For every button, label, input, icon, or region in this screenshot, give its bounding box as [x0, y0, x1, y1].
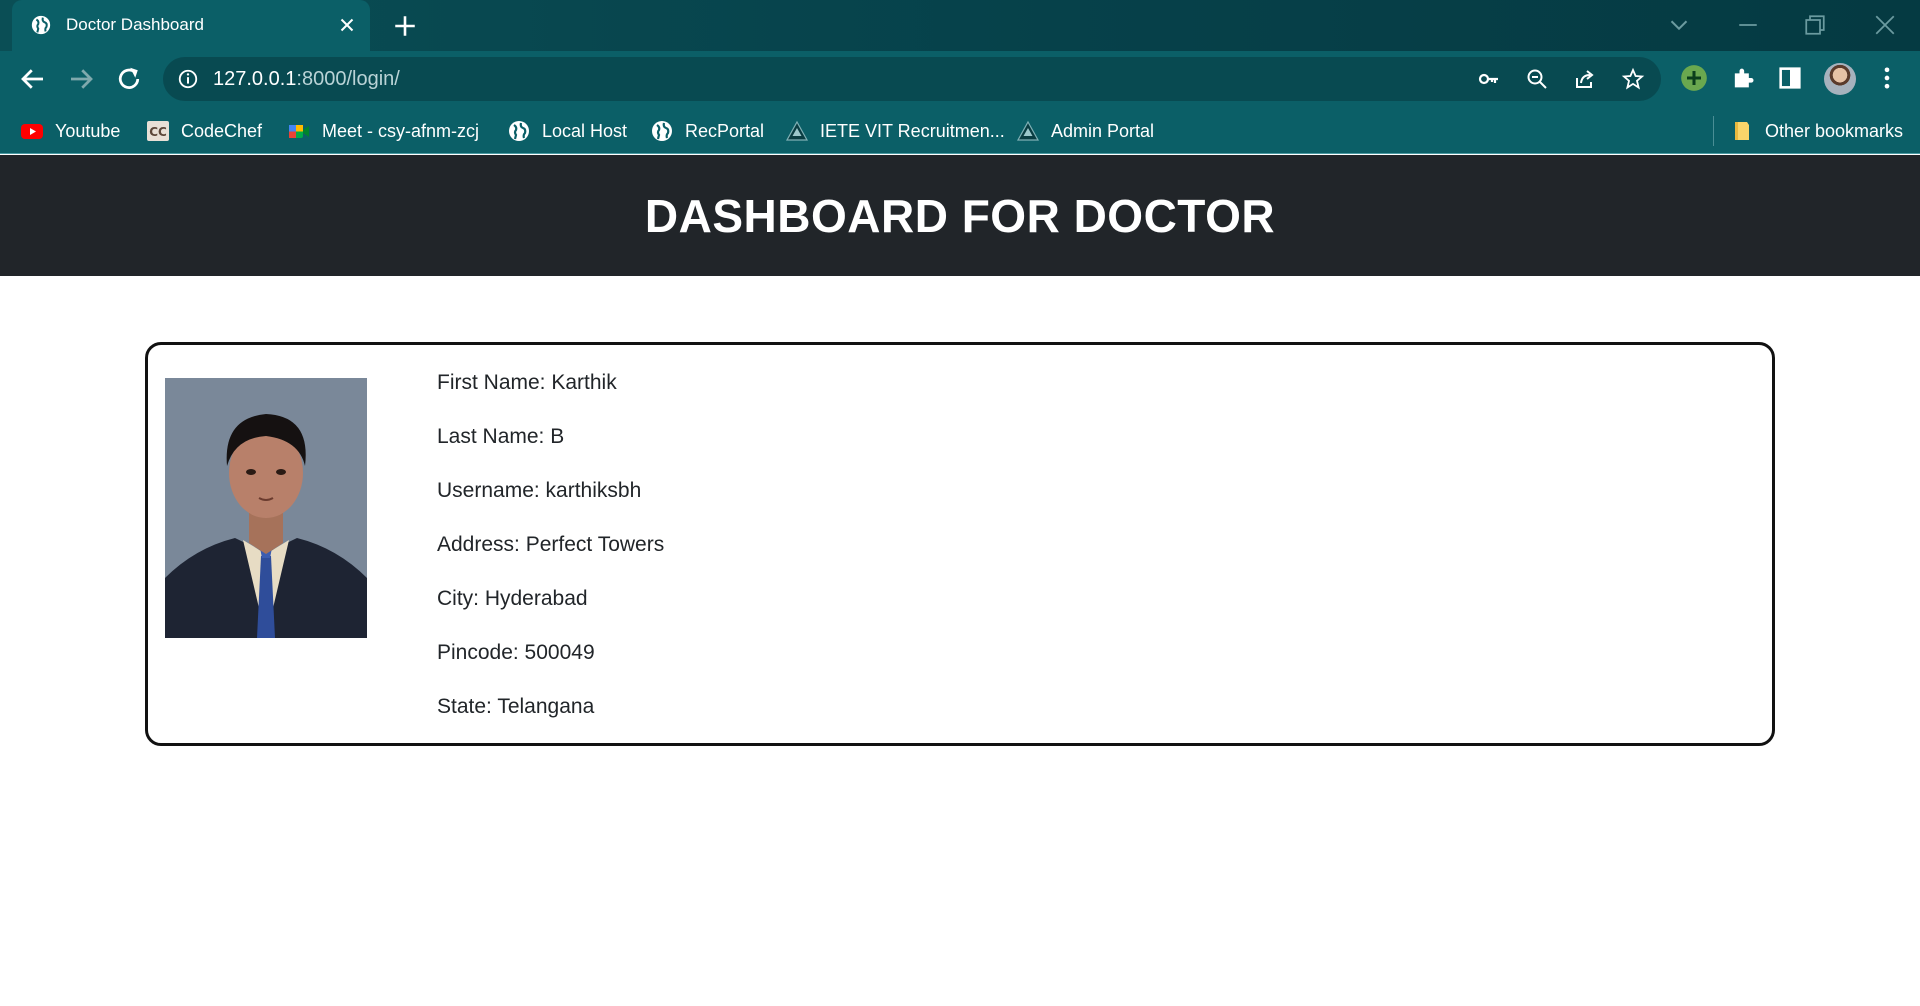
bookmark-codechef[interactable]: CC CodeChef: [146, 119, 262, 143]
google-meet-icon: [289, 125, 309, 138]
page-title: DASHBOARD FOR DOCTOR: [644, 189, 1276, 242]
doctor-photo: [165, 378, 367, 638]
browser-toolbar: 127.0.0.1:8000/login/: [0, 51, 1920, 108]
more-menu-icon[interactable]: [1873, 64, 1901, 92]
tab-strip: Doctor Dashboard: [0, 0, 1920, 51]
extensions-puzzle-icon[interactable]: [1729, 64, 1757, 92]
first-name-field: First Name: Karthik: [437, 371, 617, 394]
doctor-details: First Name: Karthik Last Name: B Usernam…: [437, 368, 664, 746]
address-field: Address: Perfect Towers: [437, 533, 665, 556]
bookmark-local-host[interactable]: Local Host: [507, 119, 627, 143]
codechef-icon: CC: [147, 121, 169, 141]
bookmark-meet[interactable]: Meet - csy-afnm-zcj: [287, 119, 479, 143]
bookmark-star-icon[interactable]: [1621, 67, 1645, 91]
close-window-icon[interactable]: [1870, 10, 1900, 40]
bookmark-youtube[interactable]: Youtube: [20, 119, 120, 143]
svg-text:CC: CC: [149, 125, 167, 139]
iete-logo-icon: [1016, 120, 1040, 141]
doctor-profile-card: First Name: Karthik Last Name: B Usernam…: [145, 342, 1775, 746]
bookmark-label: Youtube: [55, 120, 121, 141]
bookmark-iete-vit[interactable]: IETE VIT Recruitmen...: [785, 119, 1005, 143]
close-icon[interactable]: [336, 14, 358, 36]
zoom-out-icon[interactable]: [1525, 67, 1549, 91]
tab-title: Doctor Dashboard: [66, 15, 204, 34]
url-path: :8000/login/: [296, 68, 400, 90]
youtube-icon: [21, 124, 43, 139]
last-name-field: Last Name: B: [437, 425, 565, 448]
address-bar[interactable]: 127.0.0.1:8000/login/: [163, 57, 1661, 101]
bookmark-label: RecPortal: [685, 120, 765, 141]
side-panel-icon[interactable]: [1776, 64, 1804, 92]
tab-search-chevron-icon[interactable]: [1664, 10, 1694, 40]
username-field: Username: karthiksbh: [437, 479, 642, 502]
bookmark-recportal[interactable]: RecPortal: [650, 119, 764, 143]
url-text[interactable]: 127.0.0.1:8000/login/: [213, 68, 400, 91]
bookmarks-separator: [1713, 116, 1714, 146]
pincode-field: Pincode: 500049: [437, 641, 595, 664]
share-icon[interactable]: [1573, 67, 1597, 91]
globe-icon: [652, 121, 672, 141]
bookmark-label: Admin Portal: [1051, 120, 1155, 141]
folder-icon: [1735, 122, 1749, 140]
iete-logo-icon: [785, 120, 809, 141]
globe-icon: [509, 121, 529, 141]
bookmark-label: CodeChef: [181, 120, 263, 141]
bookmark-label: IETE VIT Recruitmen...: [820, 120, 1005, 141]
globe-icon: [31, 15, 51, 35]
profile-avatar[interactable]: [1824, 63, 1856, 95]
forward-arrow-icon[interactable]: [66, 64, 96, 94]
other-bookmarks-label: Other bookmarks: [1765, 120, 1904, 141]
restore-icon[interactable]: [1800, 10, 1830, 40]
site-info-icon[interactable]: [177, 68, 199, 90]
reload-icon[interactable]: [114, 64, 144, 94]
bookmarks-bar: Youtube CC CodeChef Meet - csy-afnm-zcj …: [0, 108, 1920, 154]
bookmark-label: Meet - csy-afnm-zcj: [322, 120, 480, 141]
new-tab-icon[interactable]: [392, 13, 418, 39]
browser-tab[interactable]: Doctor Dashboard: [12, 0, 370, 51]
back-arrow-icon[interactable]: [18, 64, 48, 94]
minimize-icon[interactable]: [1733, 10, 1763, 40]
other-bookmarks[interactable]: Other bookmarks: [1730, 119, 1903, 143]
city-field: City: Hyderabad: [437, 587, 588, 610]
bookmark-admin-portal[interactable]: Admin Portal: [1016, 119, 1154, 143]
bookmark-label: Local Host: [542, 120, 628, 141]
key-icon[interactable]: [1477, 67, 1501, 91]
page-header: DASHBOARD FOR DOCTOR: [0, 155, 1920, 276]
url-host: 127.0.0.1: [213, 68, 297, 90]
state-field: State: Telangana: [437, 695, 595, 718]
green-extension-icon[interactable]: [1680, 64, 1708, 92]
